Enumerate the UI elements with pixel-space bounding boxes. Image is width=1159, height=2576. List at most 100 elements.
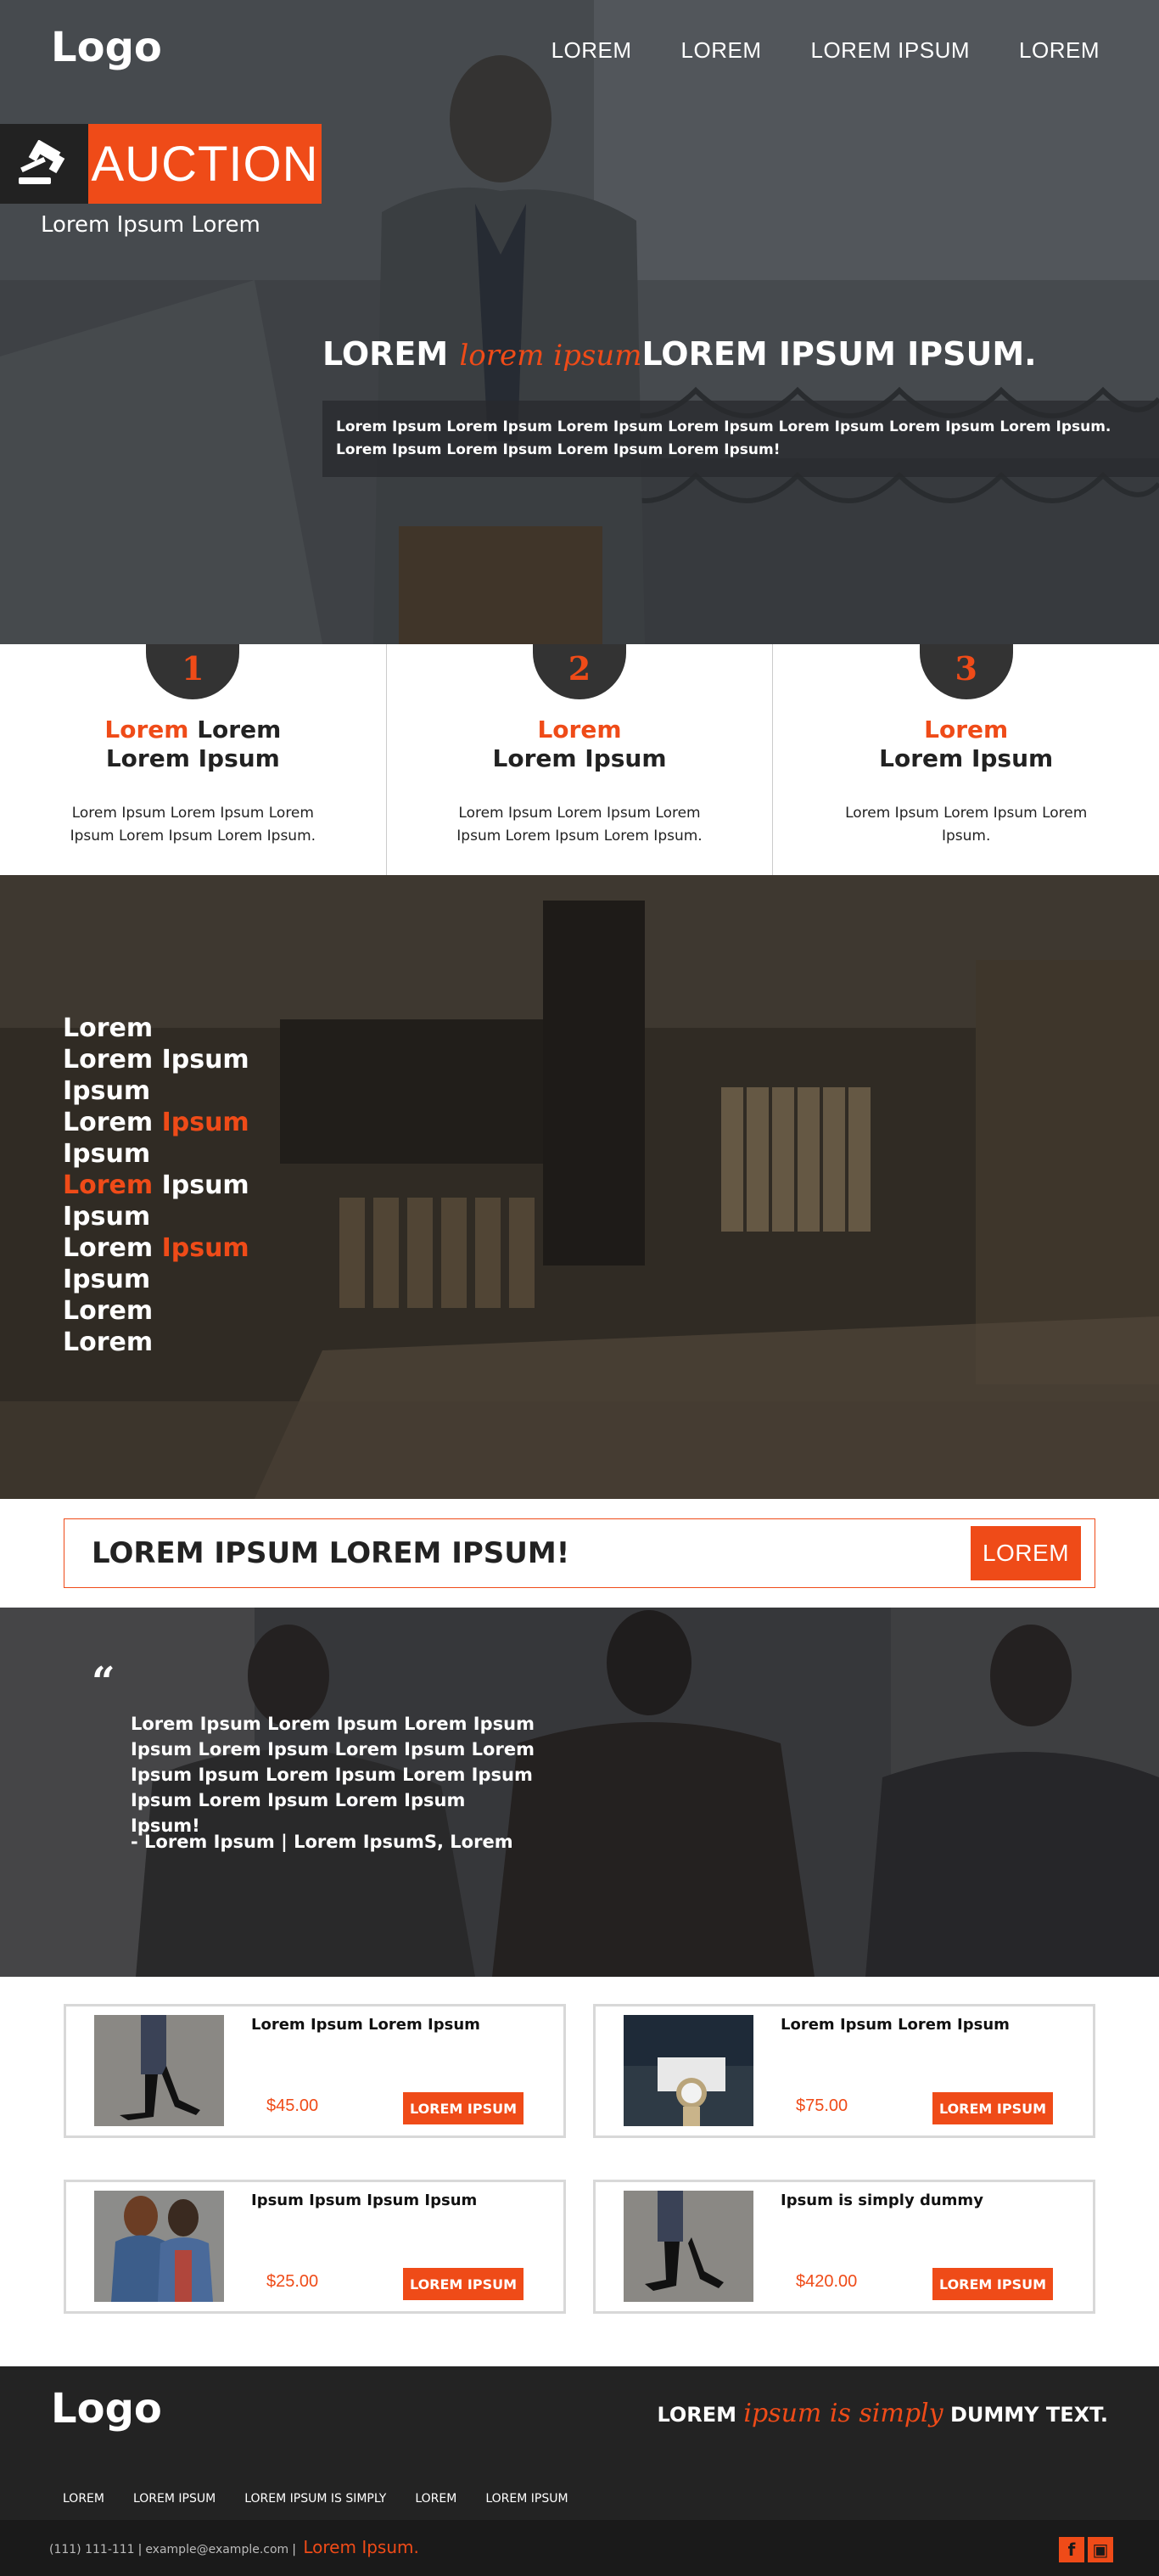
quote-icon: “ bbox=[92, 1658, 115, 1706]
contact-phone: (111) 111-111 bbox=[49, 2543, 135, 2556]
store-word: Lorem bbox=[63, 1327, 154, 1357]
product-name[interactable]: Ipsum Ipsum Ipsum Ipsum bbox=[251, 2192, 477, 2209]
couple-photo[interactable] bbox=[94, 2191, 224, 2302]
step-title-rest: Lorem bbox=[188, 716, 282, 744]
store-word-line: Lorem Ipsum bbox=[63, 1232, 249, 1264]
step-number: 3 bbox=[919, 644, 1013, 699]
store-word: Lorem bbox=[63, 1108, 162, 1137]
product-card[interactable]: Ipsum Ipsum Ipsum Ipsum $25.00 LOREM IPS… bbox=[64, 2180, 566, 2314]
nav-item-1[interactable]: LOREM bbox=[552, 37, 632, 64]
product-name[interactable]: Lorem Ipsum Lorem Ipsum bbox=[781, 2016, 1010, 2034]
product-buy-button[interactable]: LOREM IPSUM bbox=[403, 2268, 524, 2300]
main-nav: LOREM LOREM LOREM IPSUM LOREM bbox=[552, 37, 1100, 64]
step-2: 2 Lorem Lorem Ipsum Lorem Ipsum Lorem Ips… bbox=[385, 644, 773, 875]
nav-item-3[interactable]: LOREM IPSUM bbox=[811, 37, 971, 64]
footer-nav: LOREM LOREM IPSUM LOREM IPSUM IS SIMPLY … bbox=[63, 2492, 568, 2506]
steps-section: 1 Lorem Lorem Lorem Ipsum Lorem Ipsum Lor… bbox=[0, 644, 1159, 875]
step-text: Lorem Ipsum Lorem Ipsum Lorem Ipsum. bbox=[845, 805, 1088, 845]
auction-badge[interactable]: AUCTION bbox=[0, 124, 322, 204]
product-price: $420.00 bbox=[796, 2272, 858, 2291]
footer-tagline: LOREM ipsum is simply DUMMY TEXT. bbox=[657, 2399, 1108, 2428]
hero-heading-script: lorem ipsum bbox=[459, 339, 642, 373]
facebook-icon[interactable]: f bbox=[1059, 2537, 1084, 2562]
product-name[interactable]: Lorem Ipsum Lorem Ipsum bbox=[251, 2016, 480, 2034]
footer-bottom-bar: (111) 111-111 | example@example.com | Lorem… bbox=[0, 2520, 1159, 2576]
gavel-icon bbox=[19, 140, 65, 184]
store-word-line: Lorem Ipsum bbox=[63, 1170, 249, 1201]
store-word: Ipsum bbox=[63, 1265, 151, 1294]
contact-info: (111) 111-111 | example@example.com | Lorem… bbox=[49, 2537, 419, 2557]
testimonial-author: - Lorem Ipsum | Lorem IpsumS, Lorem bbox=[131, 1832, 513, 1852]
product-card[interactable]: Ipsum is simply dummy $420.00 LOREM IPSU… bbox=[593, 2180, 1095, 2314]
footer-nav-item[interactable]: LOREM IPSUM IS SIMPLY bbox=[244, 2492, 386, 2506]
product-buy-button[interactable]: LOREM IPSUM bbox=[403, 2092, 524, 2124]
heels-photo[interactable] bbox=[94, 2015, 224, 2126]
heels-photo[interactable] bbox=[624, 2191, 753, 2302]
cta-button[interactable]: LOREM bbox=[971, 1526, 1081, 1580]
footer: Logo LOREM ipsum is simply DUMMY TEXT. L… bbox=[0, 2366, 1159, 2576]
store-word: Ipsum bbox=[63, 1202, 151, 1232]
store-word: Lorem bbox=[63, 1013, 154, 1043]
contact-email[interactable]: example@example.com bbox=[145, 2543, 288, 2556]
instagram-icon[interactable]: ▣ bbox=[1088, 2537, 1113, 2562]
nav-item-2[interactable]: LOREM bbox=[681, 37, 762, 64]
step-3: 3 Lorem Lorem Ipsum Lorem Ipsum Lorem Ips… bbox=[772, 644, 1159, 875]
step-title-line2: Lorem Ipsum bbox=[492, 744, 667, 772]
hero-description: Lorem Ipsum Lorem Ipsum Lorem Ipsum Lore… bbox=[322, 401, 1159, 477]
footer-nav-item[interactable]: LOREM bbox=[63, 2492, 104, 2506]
step-title-line2: Lorem Ipsum bbox=[879, 744, 1054, 772]
product-name[interactable]: Ipsum is simply dummy bbox=[781, 2192, 983, 2209]
store-word-line: Lorem Ipsum bbox=[63, 1044, 249, 1075]
store-word-line: Lorem bbox=[63, 1327, 249, 1358]
product-card[interactable]: Lorem Ipsum Lorem Ipsum $75.00 LOREM IPS… bbox=[593, 2004, 1095, 2138]
hero-photo bbox=[0, 0, 1159, 644]
step-title: Lorem Lorem Ipsum bbox=[773, 716, 1159, 773]
step-title: Lorem Lorem Lorem Ipsum bbox=[0, 716, 386, 773]
page: Logo LOREM LOREM LOREM IPSUM LOREM AUCTI… bbox=[0, 0, 1159, 2576]
store-word-line: Ipsum bbox=[63, 1138, 249, 1170]
step-title-line2: Lorem Ipsum bbox=[105, 744, 280, 772]
step-number: 2 bbox=[533, 644, 626, 699]
store-word: Ipsum bbox=[161, 1233, 249, 1263]
step-1: 1 Lorem Lorem Lorem Ipsum Lorem Ipsum Lor… bbox=[0, 644, 386, 875]
testimonial-section: “ Lorem Ipsum Lorem Ipsum Lorem Ipsum Ip… bbox=[0, 1608, 1159, 1977]
nav-item-4[interactable]: LOREM bbox=[1019, 37, 1100, 64]
store-word-line: Ipsum bbox=[63, 1201, 249, 1232]
footer-nav-item[interactable]: LOREM bbox=[415, 2492, 456, 2506]
watch-photo[interactable] bbox=[624, 2015, 753, 2126]
products-section: Lorem Ipsum Lorem Ipsum $45.00 LOREM IPS… bbox=[0, 1977, 1159, 2366]
divider: | bbox=[292, 2543, 296, 2556]
auction-label: AUCTION bbox=[88, 124, 322, 204]
auction-icon-box bbox=[0, 124, 88, 204]
step-title-accent: Lorem bbox=[104, 716, 189, 744]
store-word-line: Ipsum bbox=[63, 1075, 249, 1107]
store-word: Ipsum bbox=[63, 1139, 151, 1169]
product-buy-button[interactable]: LOREM IPSUM bbox=[932, 2092, 1053, 2124]
cta-text: LOREM IPSUM LOREM IPSUM! bbox=[92, 1536, 570, 1570]
footer-logo[interactable]: Logo bbox=[51, 2385, 162, 2433]
footer-nav-item[interactable]: LOREM IPSUM bbox=[133, 2492, 216, 2506]
store-word: Lorem bbox=[63, 1233, 162, 1263]
store-word: Ipsum bbox=[153, 1170, 249, 1200]
divider: | bbox=[137, 2543, 143, 2556]
footer-brand: Lorem Ipsum. bbox=[303, 2537, 419, 2557]
footer-nav-item[interactable]: LOREM IPSUM bbox=[485, 2492, 568, 2506]
product-card[interactable]: Lorem Ipsum Lorem Ipsum $45.00 LOREM IPS… bbox=[64, 2004, 566, 2138]
footer-tag-part1: LOREM bbox=[657, 2403, 744, 2427]
store-word-line: Lorem Ipsum bbox=[63, 1107, 249, 1138]
step-title-accent: Lorem bbox=[537, 716, 622, 744]
logo[interactable]: Logo bbox=[51, 24, 162, 71]
auction-subtitle: Lorem Ipsum Lorem bbox=[41, 212, 260, 238]
step-title: Lorem Lorem Ipsum bbox=[387, 716, 773, 773]
hero-heading-part1: LOREM bbox=[322, 335, 460, 373]
store-word: Ipsum bbox=[63, 1076, 151, 1106]
hero-section: Logo LOREM LOREM LOREM IPSUM LOREM AUCTI… bbox=[0, 0, 1159, 644]
product-buy-button[interactable]: LOREM IPSUM bbox=[932, 2268, 1053, 2300]
product-price: $25.00 bbox=[266, 2272, 319, 2291]
store-word: Ipsum bbox=[161, 1108, 249, 1137]
product-price: $75.00 bbox=[796, 2096, 848, 2115]
hero-heading: LOREM lorem ipsumLOREM IPSUM IPSUM. bbox=[322, 335, 1037, 373]
step-number: 1 bbox=[146, 644, 240, 699]
hero-heading-part2: LOREM IPSUM IPSUM. bbox=[641, 335, 1037, 373]
step-text: Lorem Ipsum Lorem Ipsum Lorem Ipsum Lore… bbox=[456, 805, 703, 845]
